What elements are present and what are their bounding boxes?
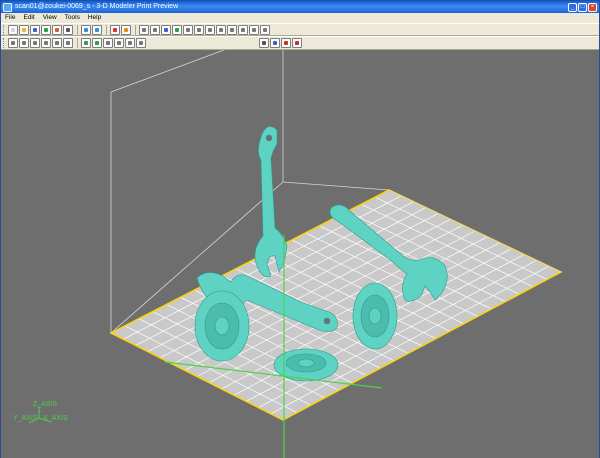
window-title: scan01@zoukei-0069_s - 3-D Modeler Print…: [15, 3, 179, 10]
minimize-button[interactable]: _: [568, 2, 577, 12]
rotate-tool-icon[interactable]: [41, 38, 51, 48]
save-disk-icon[interactable]: [30, 24, 40, 35]
arrow-left-icon[interactable]: [161, 24, 171, 35]
print-icon[interactable]: [63, 24, 73, 35]
toolbar-separator: [106, 24, 107, 35]
pan-icon[interactable]: [139, 24, 149, 35]
iso-view-icon[interactable]: [238, 24, 248, 35]
import-model-icon[interactable]: [41, 24, 51, 35]
redo-icon[interactable]: [136, 38, 146, 48]
3d-viewport[interactable]: Z_AXIS Y_AXIS X_AXIS: [1, 50, 599, 458]
delete-tool-icon[interactable]: [114, 38, 124, 48]
duplicate-tool-icon[interactable]: [63, 38, 73, 48]
model-gear-left[interactable]: [194, 290, 250, 362]
arrow-down-icon[interactable]: [183, 24, 193, 35]
scene-canvas[interactable]: Z_AXIS Y_AXIS X_AXIS: [1, 50, 599, 458]
zoom-fit-icon[interactable]: [81, 24, 91, 35]
arrow-right-icon[interactable]: [172, 24, 182, 35]
stop-icon[interactable]: [292, 38, 302, 48]
layout-tool-icon[interactable]: [92, 38, 102, 48]
menu-bar: File Edit View Tools Help: [1, 13, 599, 23]
rotate-icon[interactable]: [110, 24, 120, 35]
select-tool-icon[interactable]: [8, 38, 18, 48]
pack-tool-icon[interactable]: [103, 38, 113, 48]
top-view-icon[interactable]: [216, 24, 226, 35]
application-window: scan01@zoukei-0069_s - 3-D Modeler Print…: [0, 0, 600, 458]
toolbar-grip[interactable]: [3, 38, 6, 48]
model-gear-right[interactable]: [352, 282, 398, 350]
secondary-toolbar: [1, 36, 599, 50]
move-tool-icon[interactable]: [19, 38, 29, 48]
bottom-view-icon[interactable]: [260, 24, 270, 35]
new-doc-icon[interactable]: [8, 24, 18, 35]
z-axis-label: Z_AXIS: [33, 401, 57, 408]
toolbar-grip[interactable]: [3, 24, 6, 35]
side-view-icon[interactable]: [227, 24, 237, 35]
plate-surface: [111, 190, 561, 420]
back-view-icon[interactable]: [249, 24, 259, 35]
arrow-up-icon[interactable]: [150, 24, 160, 35]
undo-icon[interactable]: [125, 38, 135, 48]
align-tool-icon[interactable]: [81, 38, 91, 48]
menu-help[interactable]: Help: [84, 13, 105, 23]
x-axis-label: X_AXIS: [43, 415, 68, 422]
toolbar-separator: [77, 38, 78, 48]
close-button[interactable]: ×: [588, 2, 597, 12]
print-settings-icon[interactable]: [259, 38, 269, 48]
menu-file[interactable]: File: [1, 13, 19, 23]
menu-tools[interactable]: Tools: [61, 13, 84, 23]
zoom-in-icon[interactable]: [92, 24, 102, 35]
box-edge: [282, 181, 390, 191]
box-edge: [110, 50, 226, 93]
scale-tool-icon[interactable]: [30, 38, 40, 48]
main-toolbar: [1, 23, 599, 36]
export-model-icon[interactable]: [52, 24, 62, 35]
menu-edit[interactable]: Edit: [19, 13, 38, 23]
toolbar-separator: [77, 24, 78, 35]
model-wrench-standing[interactable]: [254, 126, 288, 278]
orbit-icon[interactable]: [121, 24, 131, 35]
y-axis-label: Y_AXIS: [13, 415, 38, 422]
build-plate: [109, 189, 563, 421]
slice-preview-icon[interactable]: [270, 38, 280, 48]
toolbar-separator: [135, 24, 136, 35]
material-icon[interactable]: [281, 38, 291, 48]
title-bar[interactable]: scan01@zoukei-0069_s - 3-D Modeler Print…: [1, 1, 599, 13]
axis-gizmo: Z_AXIS Y_AXIS X_AXIS: [13, 401, 68, 424]
front-view-icon[interactable]: [205, 24, 215, 35]
open-folder-icon[interactable]: [19, 24, 29, 35]
menu-view[interactable]: View: [39, 13, 61, 23]
app-icon: [3, 2, 12, 12]
maximize-button[interactable]: □: [578, 2, 587, 12]
mirror-tool-icon[interactable]: [52, 38, 62, 48]
home-view-icon[interactable]: [194, 24, 204, 35]
